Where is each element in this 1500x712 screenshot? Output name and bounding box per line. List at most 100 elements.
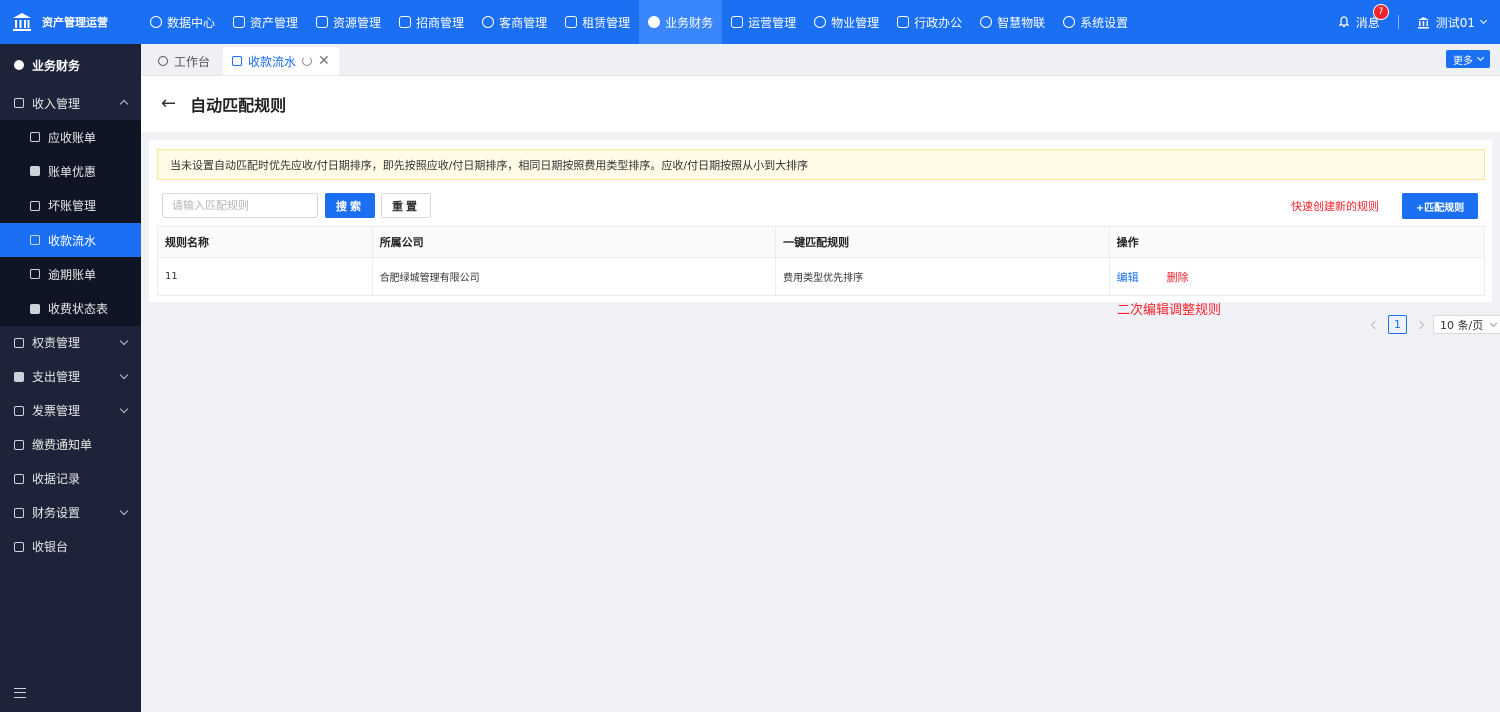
sidebar-item-overdue[interactable]: 逾期账单 — [0, 257, 141, 291]
rule-search-input[interactable] — [162, 193, 318, 218]
bad-debt-icon — [30, 200, 40, 211]
next-page-icon[interactable] — [1415, 320, 1425, 329]
sidebar-item-receivable[interactable]: 应收账单 — [0, 120, 141, 154]
sidebar: 业务财务 收入管理 应收账单 账单优惠 坏账管理 收款流水 逾期账单 收费状态表… — [0, 44, 141, 712]
divider — [1397, 15, 1399, 29]
nav-item-operation[interactable]: 运营管理 — [722, 0, 805, 44]
overdue-icon — [30, 269, 40, 280]
page-title: 自动匹配规则 — [190, 96, 287, 115]
sidebar-group-expense[interactable]: 支出管理 — [0, 360, 141, 394]
sidebar-group-accrual[interactable]: 权责管理 — [0, 326, 141, 360]
sidebar-header: 业务财务 — [0, 44, 141, 86]
finance-settings-icon — [14, 507, 24, 518]
receipt-icon — [14, 473, 24, 484]
cashier-icon — [14, 541, 24, 552]
nav-item-asset[interactable]: 资产管理 — [224, 0, 307, 44]
table-header-row: 规则名称 所属公司 一键匹配规则 操作 — [158, 227, 1484, 257]
prev-page-icon[interactable] — [1370, 320, 1380, 329]
column-header-name: 规则名称 — [158, 227, 373, 257]
top-navbar: 资产管理运营 数据中心 资产管理 资源管理 招商管理 客商管理 租赁管理 业务财… — [0, 0, 1500, 44]
search-button[interactable]: 搜索 — [325, 193, 375, 218]
nav-item-lease[interactable]: 租赁管理 — [556, 0, 639, 44]
column-header-actions: 操作 — [1116, 236, 1139, 249]
page-number-button[interactable]: 1 — [1388, 315, 1407, 334]
operation-icon — [731, 16, 744, 28]
messages-button[interactable]: 消息 7 — [1338, 3, 1389, 31]
discount-icon — [30, 166, 40, 177]
tag-icon — [399, 16, 412, 28]
nav-item-resource[interactable]: 资源管理 — [307, 0, 390, 44]
pagination: 1 10 条/页 — [1368, 315, 1500, 334]
close-icon[interactable]: ✕ — [318, 54, 330, 68]
nav-item-investment[interactable]: 招商管理 — [390, 0, 473, 44]
chevron-down-icon — [119, 404, 129, 414]
reset-button[interactable]: 重置 — [381, 193, 431, 218]
back-arrow-icon[interactable]: ← — [161, 95, 176, 113]
add-rule-button[interactable]: +匹配规则 — [1402, 193, 1478, 219]
table-row: 11 合肥绿城管理有限公司 费用类型优先排序 编辑 删除 — [158, 257, 1484, 295]
edit-rule-annotation: 二次编辑调整规则 — [1117, 303, 1222, 318]
nav-item-merchant[interactable]: 客商管理 — [473, 0, 556, 44]
page-header: ← 自动匹配规则 — [141, 76, 1500, 132]
top-right-actions: 消息 7 测试01 — [1338, 0, 1488, 44]
nav-item-iot[interactable]: 智慧物联 — [971, 0, 1054, 44]
chevron-down-icon — [1476, 53, 1485, 62]
finance-icon — [14, 60, 24, 70]
rules-table: 规则名称 所属公司 一键匹配规则 操作 11 合肥绿城管理有限公司 费用类型优先… — [157, 226, 1485, 296]
receipt-flow-icon — [30, 235, 40, 246]
chevron-down-icon — [1489, 319, 1498, 327]
more-tabs-button[interactable]: 更多 — [1446, 50, 1490, 68]
sidebar-item-fee-status[interactable]: 收费状态表 — [0, 291, 141, 325]
expense-icon — [14, 371, 24, 382]
tab-bar: 工作台 收款流水 ✕ 更多 — [141, 44, 1500, 76]
bank-user-icon — [1417, 16, 1429, 28]
dashboard-icon — [150, 16, 162, 28]
create-rule-annotation: 快速创建新的规则 — [1291, 200, 1379, 213]
house-icon — [565, 16, 578, 28]
building-icon — [316, 16, 329, 28]
cell-match-rule: 费用类型优先排序 — [776, 258, 1110, 295]
sidebar-item-discount[interactable]: 账单优惠 — [0, 154, 141, 188]
main-nav: 数据中心 资产管理 资源管理 招商管理 客商管理 租赁管理 业务财务 运营管理 … — [141, 0, 1137, 44]
tab-receipt-flow[interactable]: 收款流水 ✕ — [223, 47, 339, 75]
nav-item-property[interactable]: 物业管理 — [805, 0, 888, 44]
invoice-icon — [14, 405, 24, 416]
property-icon — [814, 16, 827, 28]
sidebar-item-bad-debt[interactable]: 坏账管理 — [0, 189, 141, 223]
sidebar-group-finance-settings[interactable]: 财务设置 — [0, 496, 141, 530]
sidebar-item-payment-notice[interactable]: 缴费通知单 — [0, 428, 141, 462]
delete-link[interactable]: 删除 — [1167, 269, 1189, 285]
user-menu[interactable]: 测试01 — [1417, 14, 1488, 31]
sidebar-item-receipt-flow[interactable]: 收款流水 — [0, 222, 141, 258]
cell-rule-name: 11 — [158, 258, 373, 295]
brand[interactable]: 资产管理运营 — [0, 0, 141, 44]
sidebar-item-receipts[interactable]: 收据记录 — [0, 462, 141, 496]
sidebar-item-cashier[interactable]: 收银台 — [0, 530, 141, 564]
refresh-icon[interactable] — [302, 56, 313, 66]
cell-company: 合肥绿城管理有限公司 — [373, 258, 777, 295]
iot-icon — [980, 16, 993, 28]
sidebar-group-income[interactable]: 收入管理 — [0, 86, 141, 120]
office-icon — [897, 16, 910, 28]
chevron-down-icon — [1479, 16, 1488, 25]
sidebar-income-submenu: 应收账单 账单优惠 坏账管理 收款流水 逾期账单 收费状态表 — [0, 120, 141, 326]
fee-status-icon — [30, 303, 40, 314]
tab-workbench[interactable]: 工作台 — [149, 47, 219, 75]
bill-icon — [30, 132, 40, 143]
message-count-badge: 7 — [1372, 3, 1389, 20]
nav-item-settings[interactable]: 系统设置 — [1054, 0, 1137, 44]
nav-item-office[interactable]: 行政办公 — [888, 0, 971, 44]
collapse-sidebar-icon[interactable] — [14, 688, 26, 698]
page-size-select[interactable]: 10 条/页 — [1433, 315, 1500, 334]
nav-item-data-center[interactable]: 数据中心 — [141, 0, 224, 44]
users-icon — [482, 16, 495, 28]
sidebar-group-invoice[interactable]: 发票管理 — [0, 394, 141, 428]
brand-title: 资产管理运营 — [42, 16, 108, 29]
chevron-down-icon — [119, 336, 129, 346]
finance-icon — [648, 16, 661, 28]
cube-icon — [233, 16, 246, 28]
edit-link[interactable]: 编辑 — [1117, 269, 1139, 285]
cell-actions: 编辑 删除 — [1110, 258, 1484, 295]
chevron-down-icon — [119, 506, 129, 516]
nav-item-finance[interactable]: 业务财务 — [639, 0, 723, 44]
